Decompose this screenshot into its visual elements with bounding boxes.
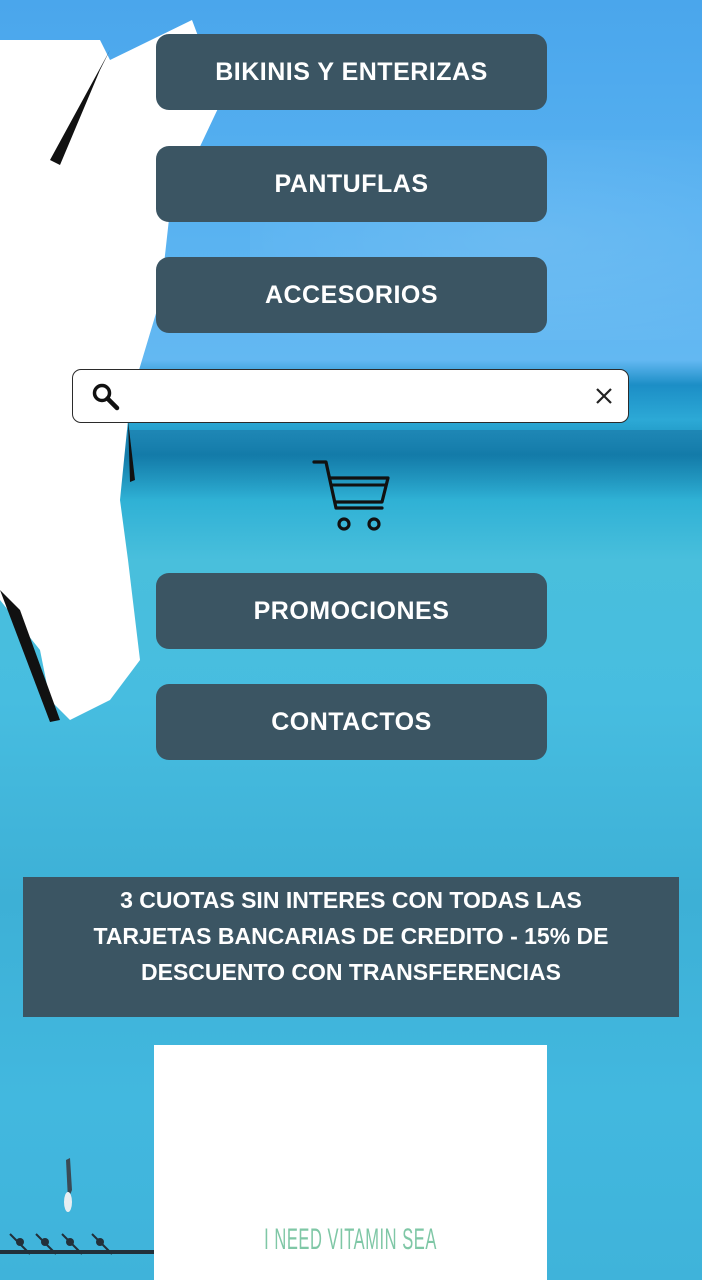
nav-pantuflas-button[interactable]: PANTUFLAS [156, 146, 547, 222]
search-bar [72, 369, 629, 423]
nav-accesorios-button[interactable]: ACCESORIOS [156, 257, 547, 333]
nav-bikinis-label: BIKINIS Y ENTERIZAS [215, 57, 488, 86]
promo-card-text: I NEED VITAMIN SEA [264, 1223, 437, 1256]
close-icon[interactable] [592, 384, 616, 408]
nav-bikinis-button[interactable]: BIKINIS Y ENTERIZAS [156, 34, 547, 110]
nav-pantuflas-label: PANTUFLAS [274, 169, 429, 198]
nav-contactos-button[interactable]: CONTACTOS [156, 684, 547, 760]
search-input[interactable] [133, 378, 557, 416]
nav-promociones-label: PROMOCIONES [253, 596, 450, 625]
nav-accesorios-label: ACCESORIOS [264, 280, 439, 309]
payment-info-banner: 3 CUOTAS SIN INTERES CON TODAS LAS TARJE… [23, 877, 679, 1017]
shopping-cart-icon[interactable] [312, 458, 390, 534]
nav-contactos-label: CONTACTOS [271, 707, 432, 736]
promo-image-card[interactable]: I NEED VITAMIN SEA [154, 1045, 547, 1280]
payment-info-text: 3 CUOTAS SIN INTERES CON TODAS LAS TARJE… [93, 887, 609, 985]
nav-promociones-button[interactable]: PROMOCIONES [156, 573, 547, 649]
search-icon[interactable] [91, 382, 121, 412]
kayakers-decoration [0, 1158, 160, 1255]
